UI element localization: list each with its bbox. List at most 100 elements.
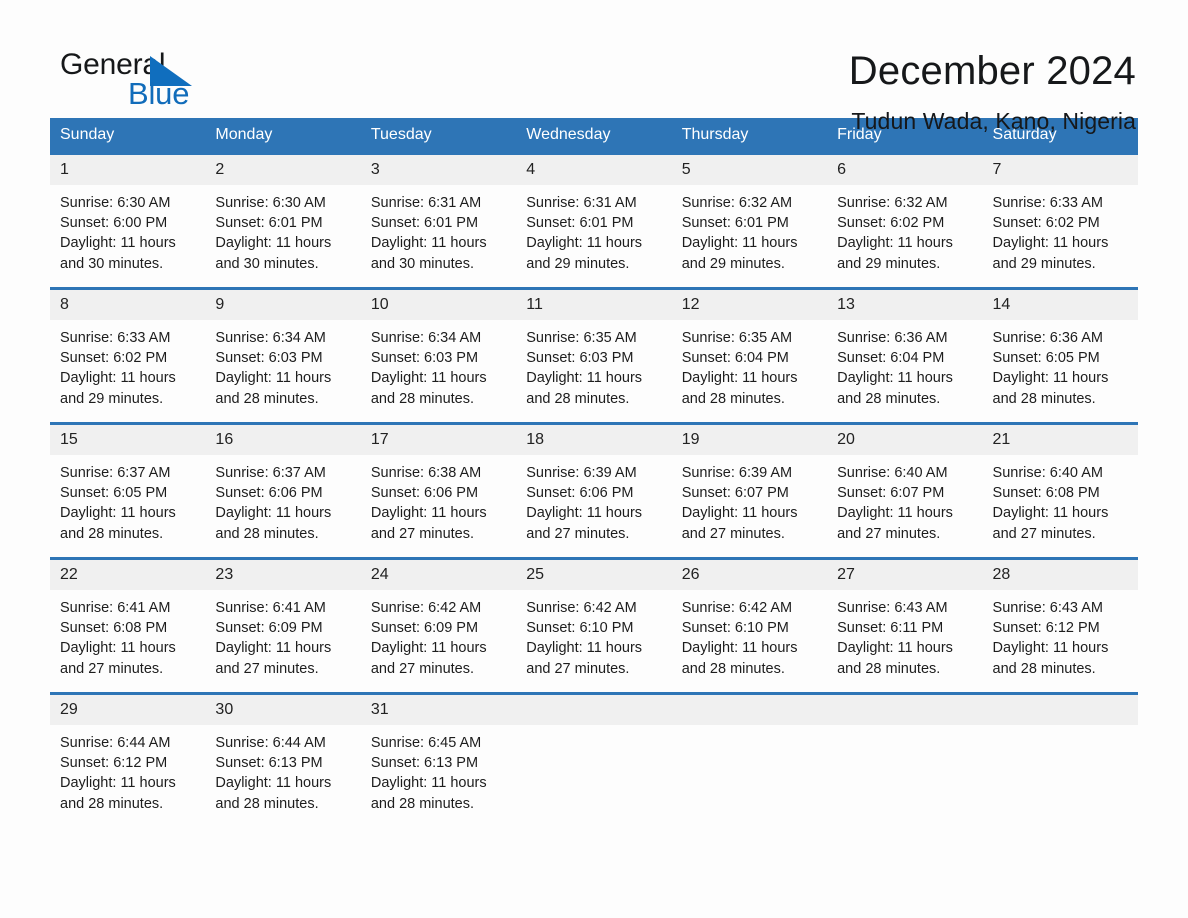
daylight-text-line1: Daylight: 11 hours bbox=[60, 640, 176, 657]
calendar-day-cell[interactable]: 14 Sunrise: 6:36 AM Sunset: 6:05 PM Dayligh… bbox=[982, 287, 1138, 424]
day-number: 1 bbox=[50, 155, 206, 185]
daylight-text-line1: Daylight: 11 hours bbox=[60, 235, 176, 252]
sunset-text: Sunset: 6:03 PM bbox=[526, 350, 634, 367]
daylight-text-line2: and 27 minutes. bbox=[60, 660, 164, 677]
daylight-text-line1: Daylight: 11 hours bbox=[215, 235, 332, 252]
day-number bbox=[671, 695, 828, 725]
day-details: Sunrise: 6:44 AM Sunset: 6:12 PM Daylight:… bbox=[50, 725, 205, 814]
day-number: 23 bbox=[205, 560, 361, 590]
daylight-text-line2: and 29 minutes. bbox=[681, 255, 785, 272]
daylight-text-line1: Daylight: 11 hours bbox=[60, 505, 176, 522]
calendar-day-cell[interactable]: 15 Sunrise: 6:37 AM Sunset: 6:05 PM Dayligh… bbox=[50, 422, 206, 559]
calendar-week-row: 29 Sunrise: 6:44 AM Sunset: 6:12 PM Dayligh… bbox=[50, 692, 1138, 827]
calendar-day-cell[interactable]: 24 Sunrise: 6:42 AM Sunset: 6:09 PM Dayligh… bbox=[360, 557, 517, 694]
day-details: Sunrise: 6:39 AM Sunset: 6:07 PM Daylight:… bbox=[672, 455, 827, 544]
generalblue-logo[interactable]: General Blue bbox=[50, 48, 200, 111]
day-details: Sunrise: 6:35 AM Sunset: 6:03 PM Daylight:… bbox=[516, 320, 671, 409]
daylight-text-line1: Daylight: 11 hours bbox=[681, 505, 798, 522]
daylight-text-line1: Daylight: 11 hours bbox=[837, 370, 953, 387]
calendar-day-cell[interactable]: 2 Sunrise: 6:30 AM Sunset: 6:01 PM Daylight… bbox=[205, 152, 361, 289]
calendar-day-cell[interactable]: 13 Sunrise: 6:36 AM Sunset: 6:04 PM Dayligh… bbox=[827, 287, 983, 424]
calendar-day-cell[interactable]: 17 Sunrise: 6:38 AM Sunset: 6:06 PM Dayligh… bbox=[360, 422, 517, 559]
calendar-day-cell[interactable]: 20 Sunrise: 6:40 AM Sunset: 6:07 PM Dayligh… bbox=[827, 422, 983, 559]
calendar-day-cell[interactable]: 19 Sunrise: 6:39 AM Sunset: 6:07 PM Dayligh… bbox=[671, 422, 828, 559]
day-details: Sunrise: 6:42 AM Sunset: 6:09 PM Daylight:… bbox=[361, 590, 516, 679]
day-details: Sunrise: 6:36 AM Sunset: 6:04 PM Daylight:… bbox=[827, 320, 982, 409]
day-number: 11 bbox=[516, 290, 672, 320]
day-details: Sunrise: 6:33 AM Sunset: 6:02 PM Daylight:… bbox=[983, 185, 1138, 274]
sunrise-text: Sunrise: 6:35 AM bbox=[526, 330, 637, 346]
calendar-day-cell[interactable]: 30 Sunrise: 6:44 AM Sunset: 6:13 PM Dayligh… bbox=[205, 692, 361, 827]
sunset-text: Sunset: 6:05 PM bbox=[60, 485, 168, 502]
sunset-text: Sunset: 6:05 PM bbox=[992, 350, 1100, 367]
day-number: 27 bbox=[827, 560, 983, 590]
daylight-text-line2: and 27 minutes. bbox=[837, 525, 941, 542]
calendar-day-cell[interactable]: 18 Sunrise: 6:39 AM Sunset: 6:06 PM Dayligh… bbox=[516, 422, 672, 559]
calendar-day-cell[interactable]: 23 Sunrise: 6:41 AM Sunset: 6:09 PM Dayligh… bbox=[205, 557, 361, 694]
calendar-day-cell[interactable]: 16 Sunrise: 6:37 AM Sunset: 6:06 PM Dayligh… bbox=[205, 422, 361, 559]
sunset-text: Sunset: 6:02 PM bbox=[60, 350, 168, 367]
daylight-text-line1: Daylight: 11 hours bbox=[370, 640, 487, 657]
day-number bbox=[516, 695, 672, 725]
daylight-text-line2: and 27 minutes. bbox=[215, 660, 319, 677]
calendar-day-cell[interactable]: 6 Sunrise: 6:32 AM Sunset: 6:02 PM Daylight… bbox=[827, 152, 983, 289]
calendar-day-cell[interactable]: 9 Sunrise: 6:34 AM Sunset: 6:03 PM Daylight… bbox=[205, 287, 361, 424]
calendar-day-cell[interactable]: 28 Sunrise: 6:43 AM Sunset: 6:12 PM Dayligh… bbox=[982, 557, 1138, 694]
sunrise-text: Sunrise: 6:31 AM bbox=[370, 195, 482, 211]
daylight-text-line2: and 29 minutes. bbox=[60, 390, 164, 407]
day-number: 28 bbox=[982, 560, 1138, 590]
day-number: 8 bbox=[50, 290, 206, 320]
sunset-text: Sunset: 6:10 PM bbox=[526, 620, 634, 637]
calendar-day-cell[interactable]: 4 Sunrise: 6:31 AM Sunset: 6:01 PM Daylight… bbox=[516, 152, 672, 289]
sunrise-text: Sunrise: 6:34 AM bbox=[370, 330, 482, 346]
daylight-text-line2: and 29 minutes. bbox=[526, 255, 630, 272]
calendar-day-cell[interactable]: 25 Sunrise: 6:42 AM Sunset: 6:10 PM Dayligh… bbox=[516, 557, 672, 694]
calendar-day-cell[interactable]: 3 Sunrise: 6:31 AM Sunset: 6:01 PM Daylight… bbox=[360, 152, 517, 289]
daylight-text-line2: and 28 minutes. bbox=[992, 390, 1096, 407]
daylight-text-line2: and 29 minutes. bbox=[837, 255, 941, 272]
day-details: Sunrise: 6:40 AM Sunset: 6:07 PM Daylight:… bbox=[827, 455, 982, 544]
calendar-day-cell[interactable]: 29 Sunrise: 6:44 AM Sunset: 6:12 PM Dayligh… bbox=[50, 692, 206, 827]
calendar-day-cell[interactable]: 11 Sunrise: 6:35 AM Sunset: 6:03 PM Dayligh… bbox=[516, 287, 672, 424]
calendar-day-cell[interactable]: 7 Sunrise: 6:33 AM Sunset: 6:02 PM Daylight… bbox=[982, 152, 1138, 289]
calendar-day-cell[interactable]: 1 Sunrise: 6:30 AM Sunset: 6:00 PM Daylight… bbox=[50, 152, 206, 289]
daylight-text-line2: and 27 minutes. bbox=[370, 525, 475, 542]
sunrise-text: Sunrise: 6:39 AM bbox=[681, 465, 793, 481]
day-details: Sunrise: 6:43 AM Sunset: 6:12 PM Daylight:… bbox=[983, 590, 1138, 679]
calendar-day-cell[interactable]: 12 Sunrise: 6:35 AM Sunset: 6:04 PM Dayligh… bbox=[671, 287, 828, 424]
calendar-day-cell[interactable]: 8 Sunrise: 6:33 AM Sunset: 6:02 PM Daylight… bbox=[50, 287, 206, 424]
daylight-text-line1: Daylight: 11 hours bbox=[370, 370, 487, 387]
calendar-day-cell[interactable]: 10 Sunrise: 6:34 AM Sunset: 6:03 PM Dayligh… bbox=[360, 287, 517, 424]
sunrise-text: Sunrise: 6:36 AM bbox=[992, 330, 1103, 346]
calendar-day-cell[interactable]: 5 Sunrise: 6:32 AM Sunset: 6:01 PM Daylight… bbox=[671, 152, 828, 289]
calendar-day-cell-empty bbox=[516, 692, 672, 827]
day-number: 16 bbox=[205, 425, 361, 455]
daylight-text-line1: Daylight: 11 hours bbox=[992, 370, 1109, 387]
day-number: 14 bbox=[982, 290, 1138, 320]
calendar-day-cell[interactable]: 27 Sunrise: 6:43 AM Sunset: 6:11 PM Dayligh… bbox=[827, 557, 983, 694]
daylight-text-line1: Daylight: 11 hours bbox=[837, 640, 953, 657]
calendar-day-cell[interactable]: 22 Sunrise: 6:41 AM Sunset: 6:08 PM Dayligh… bbox=[50, 557, 206, 694]
sunrise-text: Sunrise: 6:41 AM bbox=[215, 600, 326, 616]
daylight-text-line1: Daylight: 11 hours bbox=[992, 505, 1109, 522]
sunset-text: Sunset: 6:08 PM bbox=[60, 620, 168, 637]
daylight-text-line2: and 28 minutes. bbox=[837, 660, 941, 677]
day-number: 24 bbox=[360, 560, 517, 590]
sunrise-text: Sunrise: 6:31 AM bbox=[526, 195, 637, 211]
sunset-text: Sunset: 6:01 PM bbox=[681, 215, 789, 232]
sunset-text: Sunset: 6:02 PM bbox=[992, 215, 1100, 232]
calendar-day-cell[interactable]: 26 Sunrise: 6:42 AM Sunset: 6:10 PM Dayligh… bbox=[671, 557, 828, 694]
calendar-day-cell-empty bbox=[982, 692, 1138, 827]
daylight-text-line1: Daylight: 11 hours bbox=[526, 235, 643, 252]
calendar-day-cell[interactable]: 31 Sunrise: 6:45 AM Sunset: 6:13 PM Dayligh… bbox=[360, 692, 517, 827]
daylight-text-line1: Daylight: 11 hours bbox=[681, 640, 798, 657]
day-details: Sunrise: 6:32 AM Sunset: 6:01 PM Daylight:… bbox=[672, 185, 827, 274]
calendar-day-cell[interactable]: 21 Sunrise: 6:40 AM Sunset: 6:08 PM Dayligh… bbox=[982, 422, 1138, 559]
day-details: Sunrise: 6:37 AM Sunset: 6:06 PM Daylight:… bbox=[205, 455, 360, 544]
day-number bbox=[827, 695, 983, 725]
sunrise-text: Sunrise: 6:30 AM bbox=[60, 195, 171, 211]
sunset-text: Sunset: 6:07 PM bbox=[837, 485, 945, 502]
sunset-text: Sunset: 6:12 PM bbox=[992, 620, 1100, 637]
sunrise-text: Sunrise: 6:37 AM bbox=[215, 465, 326, 481]
sunset-text: Sunset: 6:03 PM bbox=[215, 350, 323, 367]
